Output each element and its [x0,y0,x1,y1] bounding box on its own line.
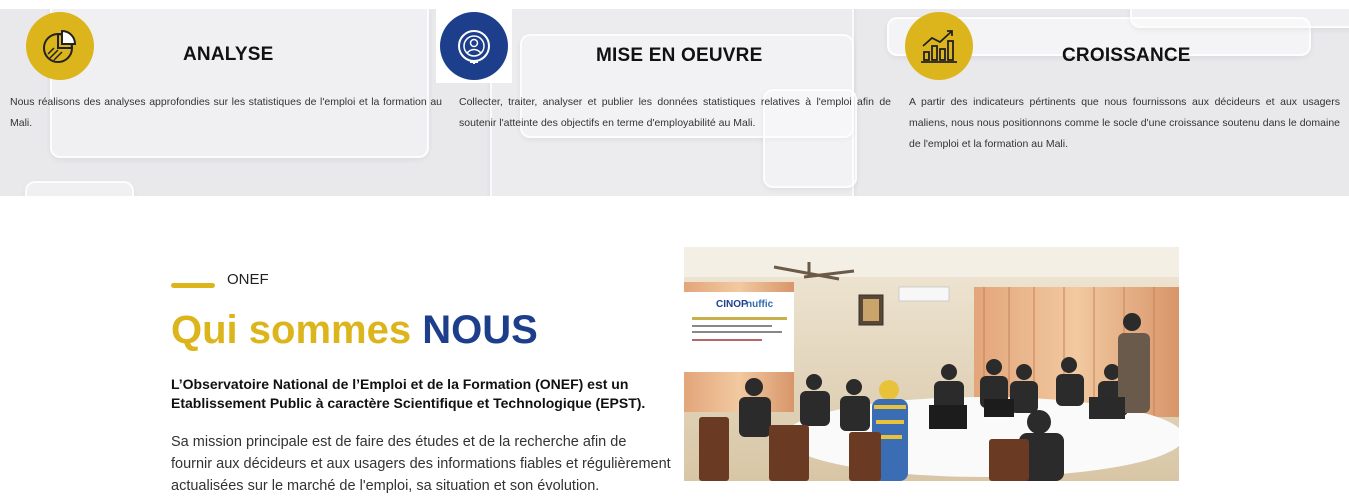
headline-part-1: Qui sommes [171,308,412,352]
decorative-panel [50,9,429,158]
tag-accent-line [171,283,215,288]
features-banner: ANALYSE Nous réalisons des analyses appr… [0,9,1349,196]
conference-photo: CINOP nuffic [684,247,1179,481]
croissance-title: CROISSANCE [1062,45,1191,66]
banner-logo-cinop: CINOP [716,299,748,310]
mise-en-oeuvre-title: MISE EN OEUVRE [596,45,763,66]
headline-part-2: NOUS [422,308,538,352]
decorative-panel [25,181,134,196]
growth-chart-icon [905,12,973,80]
croissance-description: A partir des indicateurs pértinents que … [909,96,1340,150]
intro-bold-text: L’Observatoire National de l’Emploi et d… [171,376,646,411]
page-title: Qui sommes NOUS [171,308,538,353]
pie-chart-icon [26,12,94,80]
section-tag: ONEF [227,271,269,288]
mise-en-oeuvre-description: Collecter, traiter, analyser et publier … [459,96,891,129]
decorative-panel [1130,9,1349,28]
intro-paragraph: Sa mission principale est de faire des é… [171,434,671,494]
analyse-title: ANALYSE [183,44,274,65]
banner-logo-nuffic: nuffic [746,299,774,310]
analyse-description: Nous réalisons des analyses approfondies… [10,96,442,129]
user-target-icon [440,12,508,80]
